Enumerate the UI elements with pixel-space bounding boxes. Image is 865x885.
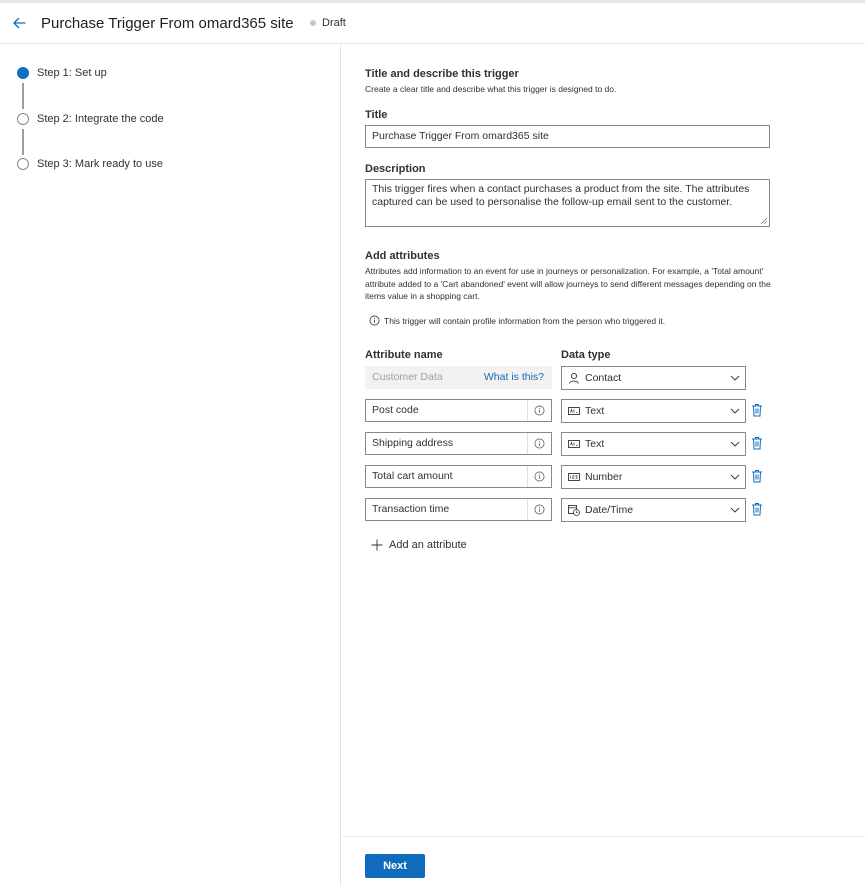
- delete-icon[interactable]: [751, 403, 763, 417]
- attributes-description: Attributes add information to an event f…: [365, 266, 771, 301]
- attribute-name-input[interactable]: Total cart amount: [365, 465, 552, 488]
- footer-bar: Next: [342, 836, 865, 885]
- chevron-down-icon: [730, 441, 740, 447]
- step-connector: [22, 129, 24, 155]
- step-active-icon: [17, 67, 29, 79]
- delete-icon[interactable]: [751, 469, 763, 483]
- step-integrate-code[interactable]: Step 2: Integrate the code: [17, 113, 164, 125]
- step-label: Step 2: Integrate the code: [37, 113, 164, 125]
- chevron-down-icon: [730, 507, 740, 513]
- profile-info-text: This trigger will contain profile inform…: [384, 315, 666, 326]
- description-label: Description: [365, 163, 426, 175]
- step-inactive-icon: [17, 113, 29, 125]
- text-field-icon: [568, 440, 580, 448]
- back-arrow-icon[interactable]: [10, 14, 28, 32]
- attribute-name-value: Shipping address: [372, 437, 454, 449]
- attribute-name-input[interactable]: Transaction time: [365, 498, 552, 521]
- add-attribute-button[interactable]: Add an attribute: [371, 539, 467, 551]
- step-mark-ready[interactable]: Step 3: Mark ready to use: [17, 158, 163, 170]
- attribute-name-input[interactable]: Shipping address: [365, 432, 552, 455]
- step-inactive-icon: [17, 158, 29, 170]
- attribute-info-button[interactable]: [527, 499, 551, 520]
- attribute-type-dropdown[interactable]: Text: [561, 399, 746, 423]
- chevron-down-icon: [730, 474, 740, 480]
- info-icon: [534, 471, 545, 482]
- plus-icon: [371, 539, 383, 551]
- text-field-icon: [568, 407, 580, 415]
- next-button[interactable]: Next: [365, 854, 425, 878]
- page-header: Purchase Trigger From omard365 site Draf…: [0, 3, 865, 44]
- delete-icon[interactable]: [751, 502, 763, 516]
- attribute-name-input[interactable]: Post code: [365, 399, 552, 422]
- status-badge: Draft: [310, 17, 346, 29]
- steps-pane: Step 1: Set up Step 2: Integrate the cod…: [0, 45, 341, 885]
- profile-info-note: This trigger will contain profile inform…: [369, 315, 665, 326]
- dropdown-value: Text: [585, 438, 605, 450]
- attribute-name-value: Post code: [372, 404, 419, 416]
- info-icon: [534, 438, 545, 449]
- info-icon: [369, 315, 380, 326]
- step-label: Step 1: Set up: [37, 67, 107, 79]
- number-field-icon: [568, 473, 580, 481]
- attribute-name-header: Attribute name: [365, 349, 443, 361]
- attribute-info-button[interactable]: [527, 466, 551, 487]
- person-icon: [569, 372, 579, 384]
- step-connector: [22, 83, 24, 109]
- attribute-type-dropdown[interactable]: Text: [561, 432, 746, 456]
- status-dot-icon: [310, 20, 316, 26]
- title-input[interactable]: Purchase Trigger From omard365 site: [365, 125, 770, 148]
- description-text: This trigger fires when a contact purcha…: [372, 183, 750, 208]
- dropdown-value: Number: [585, 471, 623, 483]
- title-label: Title: [365, 109, 388, 121]
- section-title: Title and describe this trigger: [365, 68, 519, 80]
- calendar-clock-icon: [568, 505, 580, 516]
- attribute-type-dropdown[interactable]: Number: [561, 465, 746, 489]
- status-label: Draft: [322, 17, 346, 29]
- delete-icon[interactable]: [751, 436, 763, 450]
- info-icon: [534, 405, 545, 416]
- attribute-info-button[interactable]: [527, 433, 551, 454]
- customer-data-type-dropdown[interactable]: Contact: [561, 366, 746, 390]
- dropdown-value: Contact: [585, 372, 622, 384]
- data-type-header: Data type: [561, 349, 611, 361]
- chevron-down-icon: [730, 375, 740, 381]
- form-pane: Title and describe this trigger Create a…: [342, 45, 865, 885]
- attribute-type-dropdown[interactable]: Date/Time: [561, 498, 746, 522]
- dropdown-value: Date/Time: [585, 504, 634, 516]
- dropdown-value: Text: [585, 405, 605, 417]
- customer-data-name: Customer Data: [372, 371, 443, 383]
- step-setup[interactable]: Step 1: Set up: [17, 67, 107, 79]
- attribute-info-button[interactable]: [527, 400, 551, 421]
- resize-grip-icon[interactable]: [760, 217, 768, 225]
- what-is-this-link[interactable]: What is this?: [484, 366, 544, 389]
- attribute-name-value: Total cart amount: [372, 470, 453, 482]
- chevron-down-icon: [730, 408, 740, 414]
- step-label: Step 3: Mark ready to use: [37, 158, 163, 170]
- customer-data-field: Customer Data What is this?: [365, 366, 552, 389]
- section-description: Create a clear title and describe what t…: [365, 84, 617, 94]
- info-icon: [534, 504, 545, 515]
- add-attribute-label: Add an attribute: [389, 539, 467, 551]
- description-textarea[interactable]: This trigger fires when a contact purcha…: [365, 179, 770, 227]
- page-title: Purchase Trigger From omard365 site: [41, 15, 294, 32]
- attribute-name-value: Transaction time: [372, 503, 450, 515]
- attributes-title: Add attributes: [365, 250, 440, 262]
